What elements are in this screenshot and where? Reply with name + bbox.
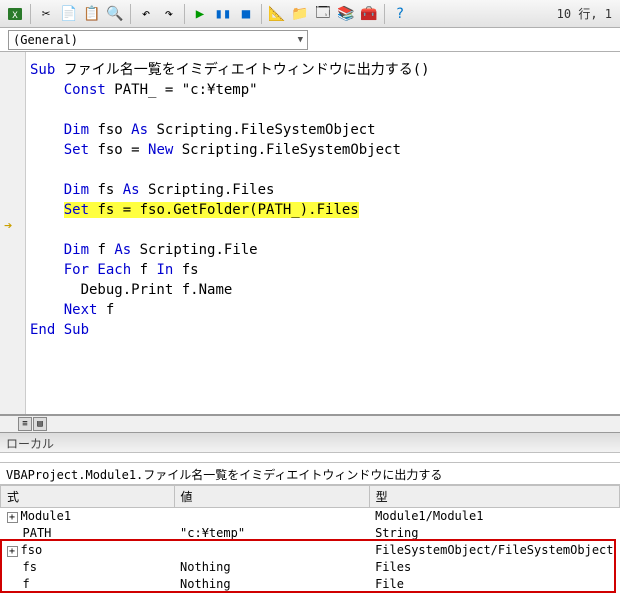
pause-icon[interactable]: ▮▮: [212, 3, 234, 25]
locals-type: Files: [369, 559, 619, 576]
project-explorer-icon[interactable]: 📁: [289, 3, 311, 25]
locals-value: "c:¥temp": [174, 525, 369, 542]
locals-expr: fso: [21, 543, 43, 557]
current-line-arrow-icon: ➔: [4, 218, 12, 234]
locals-value: [174, 542, 369, 559]
locals-row[interactable]: PATH_ "c:¥temp" String: [1, 525, 620, 542]
excel-icon[interactable]: X: [4, 3, 26, 25]
redo-icon[interactable]: ↷: [158, 3, 180, 25]
locals-value: [174, 508, 369, 525]
locals-expr: f: [23, 577, 30, 591]
expand-toggle-icon[interactable]: +: [7, 546, 18, 557]
locals-row[interactable]: +fso FileSystemObject/FileSystemObject: [1, 542, 620, 559]
design-mode-icon[interactable]: 📐: [266, 3, 288, 25]
object-dropdown-value: (General): [13, 33, 78, 47]
object-dropdown[interactable]: (General) ▼: [8, 30, 308, 50]
locals-type: FileSystemObject/FileSystemObject: [369, 542, 619, 559]
toolbox-icon[interactable]: 🧰: [358, 3, 380, 25]
code-content[interactable]: Sub ファイル名一覧をイミディエイトウィンドウに出力する() Const PA…: [26, 52, 620, 414]
locals-panel-title: ローカル: [0, 433, 620, 453]
locals-type: File: [369, 576, 619, 593]
cursor-position: 10 行, 1: [553, 5, 616, 22]
locals-value: Nothing: [174, 576, 369, 593]
stop-icon[interactable]: ■: [235, 3, 257, 25]
svg-text:X: X: [12, 11, 18, 21]
undo-icon[interactable]: ↶: [135, 3, 157, 25]
locals-value: Nothing: [174, 559, 369, 576]
locals-type: String: [369, 525, 619, 542]
code-editor[interactable]: ➔ Sub ファイル名一覧をイミディエイトウィンドウに出力する() Const …: [0, 52, 620, 415]
cut-icon[interactable]: ✂: [35, 3, 57, 25]
procedure-view-button[interactable]: ≡: [18, 417, 32, 431]
expand-toggle-icon[interactable]: +: [7, 512, 18, 523]
locals-expr: fs: [23, 560, 37, 574]
run-icon[interactable]: ▶: [189, 3, 211, 25]
object-browser-icon[interactable]: 📚: [335, 3, 357, 25]
object-proc-dropdowns: (General) ▼: [0, 28, 620, 52]
view-mode-buttons: ≡ ▤: [0, 415, 620, 433]
locals-context: VBAProject.Module1.ファイル名一覧をイミディエイトウィンドウに…: [0, 463, 620, 485]
locals-table: 式 値 型 +Module1 Module1/Module1 PATH_ "c:…: [0, 485, 620, 593]
full-module-view-button[interactable]: ▤: [33, 417, 47, 431]
properties-icon[interactable]: 🗔: [312, 3, 334, 25]
margin-indicator-bar: ➔: [0, 52, 26, 414]
toolbar: X ✂ 📄 📋 🔍 ↶ ↷ ▶ ▮▮ ■ 📐 📁 🗔 📚 🧰 ? 10 行, 1: [0, 0, 620, 28]
locals-row[interactable]: +Module1 Module1/Module1: [1, 508, 620, 525]
locals-row[interactable]: f Nothing File: [1, 576, 620, 593]
locals-row[interactable]: fs Nothing Files: [1, 559, 620, 576]
find-icon[interactable]: 🔍: [104, 3, 126, 25]
col-expr[interactable]: 式: [1, 486, 175, 508]
copy-icon[interactable]: 📄: [58, 3, 80, 25]
paste-icon[interactable]: 📋: [81, 3, 103, 25]
chevron-down-icon: ▼: [298, 35, 303, 45]
help-icon[interactable]: ?: [389, 3, 411, 25]
col-type[interactable]: 型: [369, 486, 619, 508]
locals-type: Module1/Module1: [369, 508, 619, 525]
locals-table-wrap: 式 値 型 +Module1 Module1/Module1 PATH_ "c:…: [0, 485, 620, 593]
locals-expr: Module1: [21, 509, 72, 523]
locals-expr: PATH_: [23, 526, 59, 540]
col-val[interactable]: 値: [174, 486, 369, 508]
